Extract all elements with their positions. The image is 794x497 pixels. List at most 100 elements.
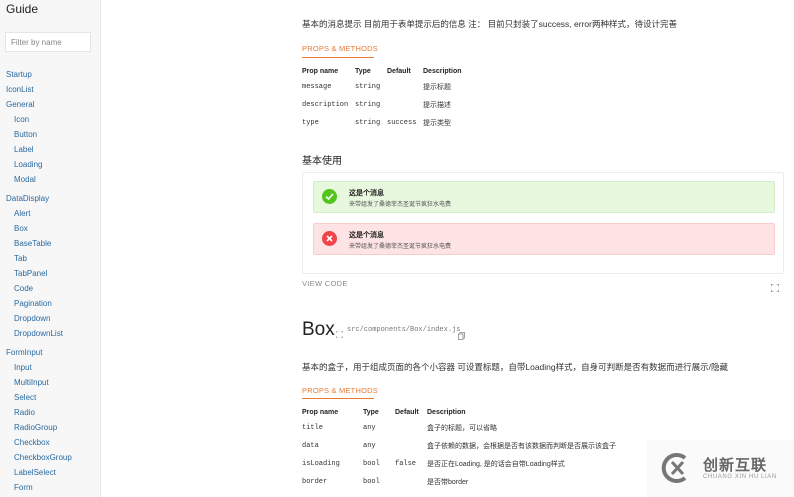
tab-props-methods[interactable]: PROPS & METHODS: [302, 44, 378, 53]
sidebar-item-alert[interactable]: Alert: [0, 206, 100, 221]
sidebar-item-box[interactable]: Box: [0, 221, 100, 236]
alert-body: 来带组发了桑德菲杰圣诞节疯狂水电费: [349, 202, 452, 208]
prop-name: data: [302, 442, 319, 450]
alert-props-table: Prop name Type Default Description messa…: [302, 64, 552, 132]
sidebar-item-tabpanel[interactable]: TabPanel: [0, 266, 100, 281]
prop-default: success: [387, 119, 417, 127]
check-circle-icon: [322, 189, 337, 204]
watermark-text: 创新互联: [703, 457, 768, 474]
prop-type: string: [355, 101, 381, 109]
main-content: 基本的消息提示 目前用于表单提示后的信息 注： 目前只封装了success, e…: [100, 0, 794, 497]
sidebar-item-button[interactable]: Button: [0, 127, 100, 142]
alert-title: 这是个消息: [349, 190, 384, 197]
prop-description: 是否带border: [427, 479, 469, 486]
brand-title: Guide: [6, 2, 39, 16]
prop-type: any: [363, 424, 376, 432]
column-header: Type: [363, 408, 379, 416]
prop-name: border: [302, 478, 328, 486]
table-row: isLoading bool false 是否正在Loading, 是的话会自带Loa…: [302, 455, 662, 473]
sidebar-group-general[interactable]: General: [0, 97, 100, 112]
prop-description: 盒子依赖的数据，会根据是否有该数据而判断是否展示该盒子: [427, 443, 616, 450]
sidebar-item-icon[interactable]: Icon: [0, 112, 100, 127]
table-header: Prop name Type Default Description: [302, 405, 662, 419]
prop-name: type: [302, 119, 319, 127]
sidebar-item-modal[interactable]: Modal: [0, 172, 100, 187]
alert-success: 这是个消息 来带组发了桑德菲杰圣诞节疯狂水电费: [313, 181, 775, 213]
tab-underline: [302, 398, 374, 399]
table-row: border bool 是否带border: [302, 473, 662, 491]
box-description: 基本的盒子，用于组成页面的各个小容器 可设置标题，自带Loading样式，自身可…: [302, 362, 728, 372]
prop-default: [387, 96, 423, 114]
sidebar-item-basetable[interactable]: BaseTable: [0, 236, 100, 251]
fullscreen-icon[interactable]: [770, 279, 780, 293]
close-circle-icon: [322, 231, 337, 246]
sidebar-item-form[interactable]: Form: [0, 480, 100, 495]
sidebar-item-radiogroup[interactable]: RadioGroup: [0, 420, 100, 435]
sidebar-item-tab[interactable]: Tab: [0, 251, 100, 266]
prop-default: [387, 78, 423, 96]
column-header: Description: [423, 67, 462, 75]
sidebar-item-checkboxgroup[interactable]: CheckboxGroup: [0, 450, 100, 465]
sidebar: Guide StartupIconListGeneralIconButtonLa…: [0, 0, 101, 497]
basic-usage-heading: 基本使用: [302, 156, 342, 167]
sidebar-item-radio[interactable]: Radio: [0, 405, 100, 420]
tab-props-methods[interactable]: PROPS & METHODS: [302, 386, 378, 395]
prop-name: description: [302, 101, 349, 109]
table-row: message string 提示标题: [302, 78, 552, 96]
prop-type: bool: [363, 460, 380, 468]
alert-title: 这是个消息: [349, 232, 384, 239]
sidebar-group-startup[interactable]: Startup: [0, 67, 100, 82]
prop-description: 提示描述: [423, 102, 451, 109]
sidebar-item-dropdownlist[interactable]: DropdownList: [0, 326, 100, 341]
table-row: data any 盒子依赖的数据，会根据是否有该数据而判断是否展示该盒子: [302, 437, 662, 455]
table-row: type string success 提示类型: [302, 114, 552, 132]
table-header: Prop name Type Default Description: [302, 64, 552, 78]
sidebar-item-pagination[interactable]: Pagination: [0, 296, 100, 311]
copy-icon[interactable]: [458, 327, 465, 340]
table-row: description string 提示描述: [302, 96, 552, 114]
prop-default: false: [395, 460, 417, 468]
sidebar-item-label[interactable]: Label: [0, 142, 100, 157]
box-title: Box: [302, 319, 335, 340]
sidebar-item-checkbox[interactable]: Checkbox: [0, 435, 100, 450]
sidebar-nav: Startup IconList General Icon Button Label Loa…: [0, 67, 100, 497]
prop-name: message: [302, 83, 332, 91]
alert-body: 来带组发了桑德菲杰圣诞节疯狂水电费: [349, 244, 452, 250]
prop-type: string: [355, 119, 381, 127]
sidebar-item-code[interactable]: Code: [0, 281, 100, 296]
prop-description: 盒子的标题，可以省略: [427, 425, 497, 432]
prop-description: 提示类型: [423, 120, 451, 127]
sidebar-group-iconlist[interactable]: IconList: [0, 82, 100, 97]
view-code-button[interactable]: VIEW CODE: [302, 279, 348, 288]
tab-underline: [302, 57, 374, 58]
watermark-subtext: CHUANG XIN HU LIAN: [703, 474, 777, 480]
source-path: src/components/Box/index.js: [347, 326, 461, 334]
sidebar-item-input[interactable]: Input: [0, 360, 100, 375]
demo-box: 这是个消息 来带组发了桑德菲杰圣诞节疯狂水电费 这是个消息 来带组发了桑德菲杰圣…: [302, 172, 784, 274]
alert-description: 基本的消息提示 目前用于表单提示后的信息 注： 目前只封装了success, e…: [302, 19, 677, 29]
watermark-logo-icon: [661, 453, 687, 483]
filter-input[interactable]: [5, 32, 91, 52]
prop-type: any: [363, 442, 376, 450]
sidebar-item-multiinput[interactable]: MultiInput: [0, 375, 100, 390]
sidebar-item-loading[interactable]: Loading: [0, 157, 100, 172]
prop-default: [395, 473, 427, 491]
alert-error: 这是个消息 来带组发了桑德菲杰圣诞节疯狂水电费: [313, 223, 775, 255]
column-header: Default: [395, 408, 419, 416]
box-props-table: Prop name Type Default Description title…: [302, 405, 662, 491]
link-anchor-icon[interactable]: [335, 325, 344, 339]
sidebar-item-dropdown[interactable]: Dropdown: [0, 311, 100, 326]
column-header: Default: [387, 67, 411, 75]
sidebar-item-labelselect[interactable]: LabelSelect: [0, 465, 100, 480]
sidebar-item-select[interactable]: Select: [0, 390, 100, 405]
table-row: title any 盒子的标题，可以省略: [302, 419, 662, 437]
sidebar-group-forminput[interactable]: FormInput: [0, 345, 100, 360]
prop-name: isLoading: [302, 460, 340, 468]
prop-description: 是否正在Loading, 是的话会自带Loading样式: [427, 461, 565, 468]
column-header: Description: [427, 408, 466, 416]
sidebar-group-datadisplay[interactable]: DataDisplay: [0, 191, 100, 206]
prop-default: [395, 437, 427, 455]
column-header: Prop name: [302, 67, 339, 75]
prop-default: [395, 419, 427, 437]
prop-type: bool: [363, 478, 380, 486]
